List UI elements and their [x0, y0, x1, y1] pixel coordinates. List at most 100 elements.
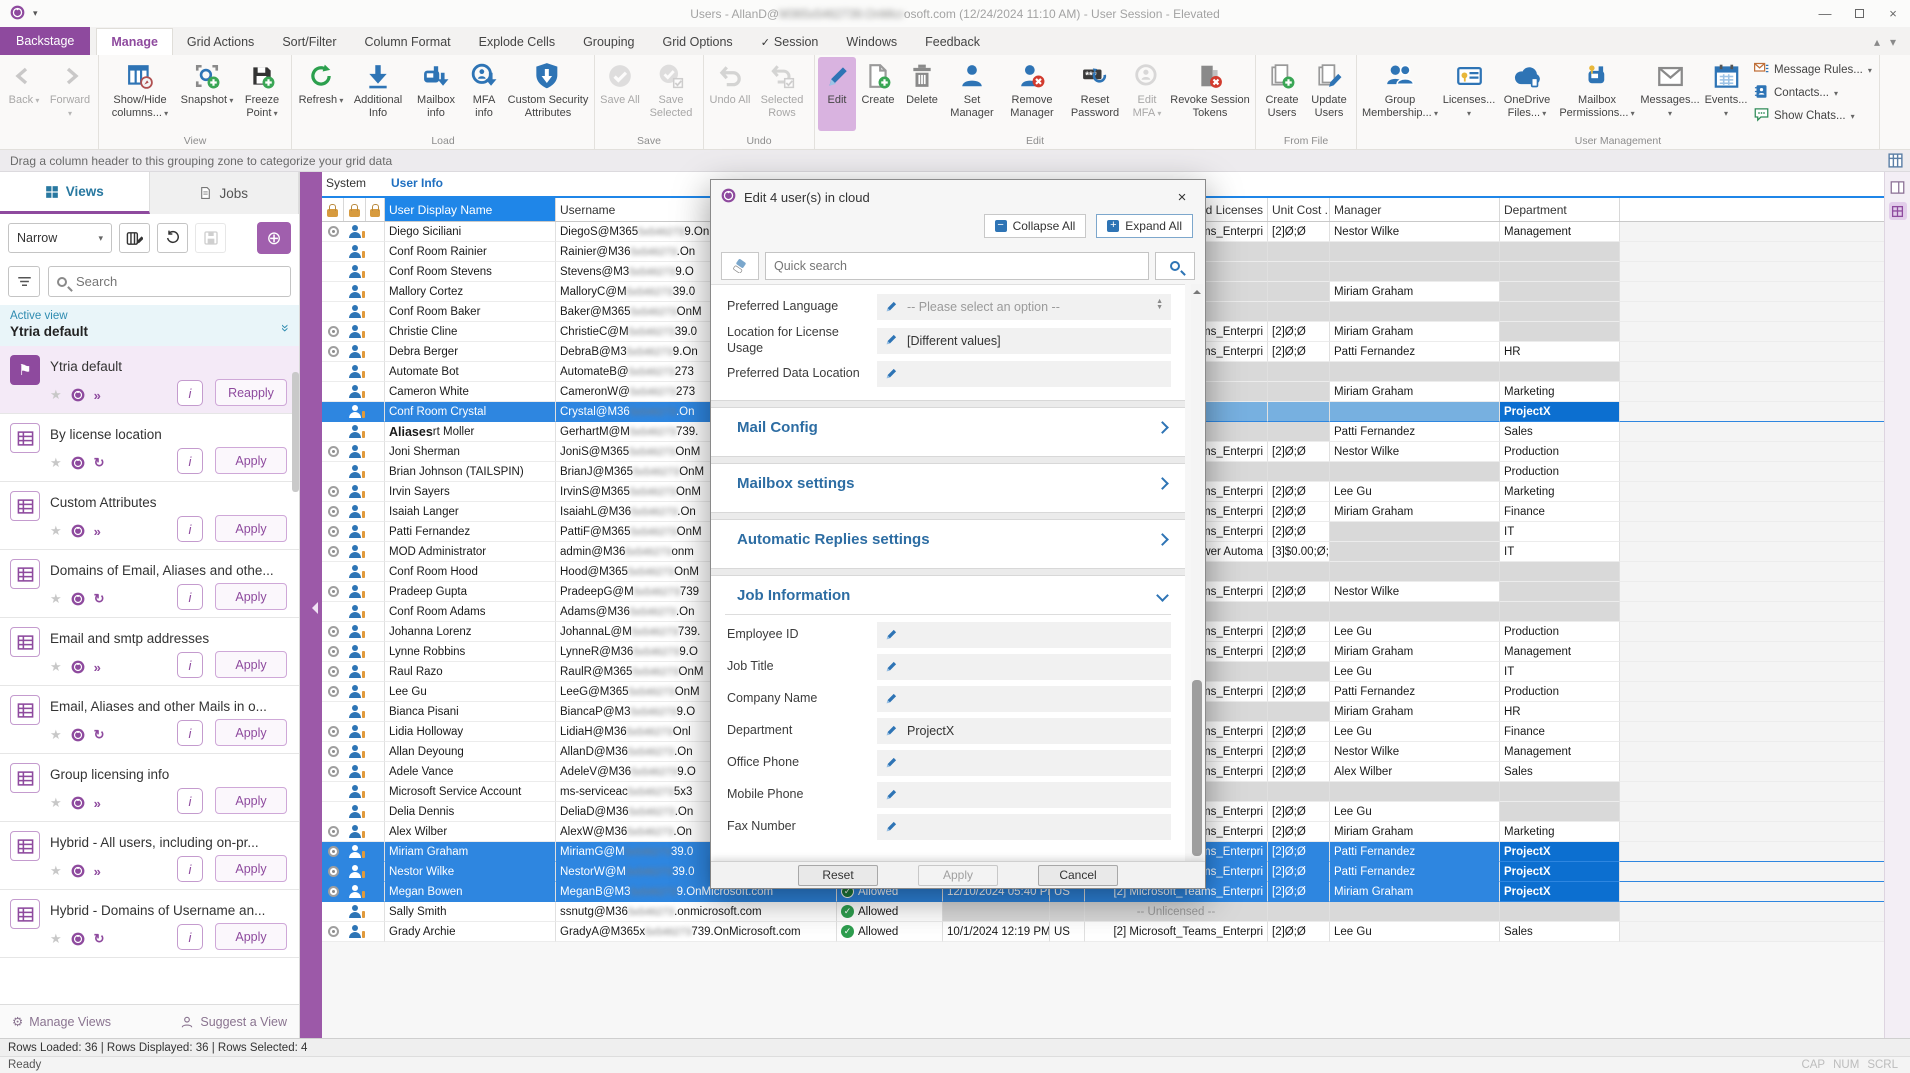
cell-display-name[interactable]: Conf Room Crystal	[385, 402, 556, 422]
cell-signin-status[interactable]: ✓Allowed	[837, 902, 943, 922]
cell-unit-cost[interactable]	[1268, 902, 1330, 922]
cell-display-name[interactable]: Brian Johnson (TAILSPIN)	[385, 462, 556, 482]
events--button[interactable]: Events... ▾	[1702, 57, 1750, 131]
panel-splitter[interactable]	[300, 172, 322, 1038]
view-item[interactable]: Email, Aliases and other Mails in o...★↻…	[0, 686, 299, 754]
panel-layout-icon[interactable]	[1889, 178, 1907, 196]
additional-info-button[interactable]: Additional Info	[347, 57, 409, 131]
collapse-banner-icon[interactable]: »	[278, 324, 294, 330]
onedrive-files--button[interactable]: OneDrive Files... ▾	[1498, 57, 1556, 131]
cell-manager[interactable]: Lee Gu	[1330, 662, 1500, 682]
cell-licenses[interactable]: -- Unlicensed --	[1085, 902, 1268, 922]
cell-manager[interactable]: Miriam Graham	[1330, 642, 1500, 662]
cell-department[interactable]: Production	[1500, 442, 1620, 462]
row-select-cell[interactable]	[322, 442, 344, 462]
edit-pencil-icon[interactable]	[885, 787, 899, 804]
cell-unit-cost[interactable]: [2]Ø;Ø	[1268, 842, 1330, 862]
collapse-ribbon-icon[interactable]: ▴	[1874, 35, 1880, 49]
cell-manager[interactable]	[1330, 562, 1500, 582]
field-control[interactable]: ProjectX	[877, 718, 1171, 744]
cell-manager[interactable]: Alex Wilber	[1330, 762, 1500, 782]
row-select-cell[interactable]	[322, 542, 344, 562]
revoke-session-tokens-button[interactable]: Revoke Session Tokens	[1168, 57, 1252, 131]
section-mail-config[interactable]: Mail Config	[711, 408, 1185, 446]
cell-manager[interactable]: Patti Fernandez	[1330, 862, 1500, 882]
grid-panel-icon[interactable]	[1889, 202, 1907, 220]
cell-manager[interactable]: Miriam Graham	[1330, 382, 1500, 402]
column-header-user-display-name[interactable]: User Display Name	[385, 198, 556, 221]
section-mailbox-settings[interactable]: Mailbox settings	[711, 464, 1185, 502]
grid-settings-icon[interactable]	[1887, 152, 1904, 172]
field-control[interactable]	[877, 814, 1171, 840]
cell-department[interactable]	[1500, 602, 1620, 622]
mfa-info-button[interactable]: MFA info	[463, 57, 505, 131]
cell-display-name[interactable]: Lee Gu	[385, 682, 556, 702]
cell-unit-cost[interactable]: [3]$0.00;Ø;(	[1268, 542, 1330, 562]
cell-display-name[interactable]: Mallory Cortez	[385, 282, 556, 302]
view-item[interactable]: ⚑Ytria default★»iReapply	[0, 346, 299, 414]
scrollbar-thumb[interactable]	[1192, 680, 1202, 856]
forward-button[interactable]: Forward ▾	[45, 57, 95, 131]
cell-department[interactable]	[1500, 802, 1620, 822]
info-button[interactable]: i	[177, 788, 203, 814]
row-select-cell[interactable]	[322, 522, 344, 542]
view-item[interactable]: Email and smtp addresses★»iApply	[0, 618, 299, 686]
cell-unit-cost[interactable]: [2]Ø;Ø	[1268, 502, 1330, 522]
edit-button[interactable]: Edit	[818, 57, 856, 131]
cell-display-name[interactable]: Automate Bot	[385, 362, 556, 382]
cell-unit-cost[interactable]	[1268, 422, 1330, 442]
edit-pencil-icon[interactable]	[885, 755, 899, 772]
favorite-star-icon[interactable]: ★	[50, 523, 62, 539]
cell-department[interactable]	[1500, 362, 1620, 382]
tab-backstage[interactable]: Backstage	[0, 27, 90, 55]
cell-manager[interactable]: Miriam Graham	[1330, 702, 1500, 722]
minimize-button[interactable]: —	[1808, 0, 1842, 27]
cell-usage-location[interactable]: US	[1050, 922, 1085, 942]
cell-department[interactable]: Sales	[1500, 762, 1620, 782]
cell-manager[interactable]	[1330, 782, 1500, 802]
cell-manager[interactable]: Patti Fernandez	[1330, 342, 1500, 362]
row-select-cell[interactable]	[322, 822, 344, 842]
view-item[interactable]: Custom Attributes★»iApply	[0, 482, 299, 550]
row-select-cell[interactable]	[322, 262, 344, 282]
cell-unit-cost[interactable]	[1268, 702, 1330, 722]
cell-display-name[interactable]: Microsoft Service Account	[385, 782, 556, 802]
field-control[interactable]	[877, 361, 1171, 387]
cell-display-name[interactable]: Conf Room Rainier	[385, 242, 556, 262]
favorite-star-icon[interactable]: ★	[50, 795, 62, 811]
cell-display-name[interactable]: Allan Deyoung	[385, 742, 556, 762]
cell-unit-cost[interactable]: [2]Ø;Ø	[1268, 322, 1330, 342]
apply-view-button[interactable]: Apply	[215, 787, 287, 814]
cell-department[interactable]	[1500, 902, 1620, 922]
cell-unit-cost[interactable]: [2]Ø;Ø	[1268, 582, 1330, 602]
messages--button[interactable]: Messages... ▾	[1638, 57, 1702, 131]
cell-manager[interactable]: Miriam Graham	[1330, 882, 1500, 902]
row-select-cell[interactable]	[322, 742, 344, 762]
row-select-cell[interactable]	[322, 902, 344, 922]
tab-feedback[interactable]: Feedback	[911, 29, 994, 55]
cell-unit-cost[interactable]: [2]Ø;Ø	[1268, 862, 1330, 882]
row-select-cell[interactable]	[322, 222, 344, 242]
info-button[interactable]: i	[177, 380, 203, 406]
expand-all-button[interactable]: +Expand All	[1096, 214, 1193, 238]
cell-display-name[interactable]: Patti Fernandez	[385, 522, 556, 542]
tab-column-format[interactable]: Column Format	[351, 29, 465, 55]
cell-unit-cost[interactable]: [2]Ø;Ø	[1268, 442, 1330, 462]
cell-unit-cost[interactable]: [2]Ø;Ø	[1268, 762, 1330, 782]
cell-display-name[interactable]: Miriam Graham	[385, 842, 556, 862]
cell-department[interactable]: Sales	[1500, 922, 1620, 942]
cell-manager[interactable]: Lee Gu	[1330, 922, 1500, 942]
reset-password-button[interactable]: ***Reset Password	[1064, 57, 1126, 131]
scroll-up-icon[interactable]	[1193, 286, 1201, 294]
cell-manager[interactable]	[1330, 402, 1500, 422]
info-button[interactable]: i	[177, 584, 203, 610]
cell-department[interactable]: ProjectX	[1500, 402, 1620, 422]
view-item[interactable]: Group licensing info★»iApply	[0, 754, 299, 822]
views-search-box[interactable]	[48, 266, 291, 297]
cell-last-signin[interactable]: 10/1/2024 12:19 PM	[943, 922, 1050, 942]
row-select-cell[interactable]	[322, 922, 344, 942]
cell-manager[interactable]: Nestor Wilke	[1330, 442, 1500, 462]
tab-session[interactable]: ✓Session	[747, 29, 833, 55]
view-item[interactable]: Hybrid - All users, including on-pr...★»…	[0, 822, 299, 890]
save-view-button[interactable]	[195, 223, 226, 253]
